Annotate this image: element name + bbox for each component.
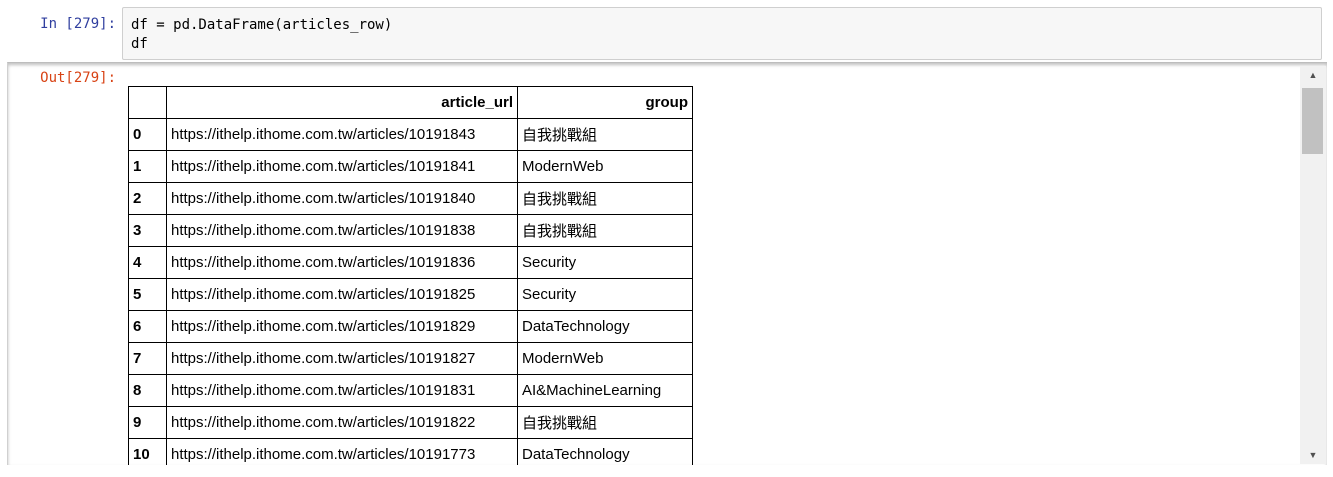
table-row: 3 https://ithelp.ithome.com.tw/articles/1… xyxy=(128,214,693,247)
cell-group: ModernWeb xyxy=(517,150,693,183)
cell-group: 自我挑戰組 xyxy=(517,182,693,215)
row-index: 5 xyxy=(128,278,167,311)
cell-article-url: https://ithelp.ithome.com.tw/articles/10… xyxy=(166,438,518,465)
column-header-group: group xyxy=(517,86,693,119)
cell-group: Security xyxy=(517,278,693,311)
scrollbar-thumb[interactable] xyxy=(1302,88,1323,154)
index-header xyxy=(128,86,167,119)
cell-group: DataTechnology xyxy=(517,438,693,465)
dataframe-table: article_url group 0 https://ithelp.ithome… xyxy=(128,86,693,465)
row-index: 10 xyxy=(128,438,167,465)
row-index: 7 xyxy=(128,342,167,375)
cell-group: ModernWeb xyxy=(517,342,693,375)
table-row: 5 https://ithelp.ithome.com.tw/articles/1… xyxy=(128,278,693,311)
column-header-article-url: article_url xyxy=(166,86,518,119)
cell-article-url: https://ithelp.ithome.com.tw/articles/10… xyxy=(166,310,518,343)
row-index: 1 xyxy=(128,150,167,183)
table-row: 1 https://ithelp.ithome.com.tw/articles/1… xyxy=(128,150,693,183)
table-row: 2 https://ithelp.ithome.com.tw/articles/1… xyxy=(128,182,693,215)
row-index: 3 xyxy=(128,214,167,247)
table-row: 7 https://ithelp.ithome.com.tw/articles/1… xyxy=(128,342,693,375)
cell-article-url: https://ithelp.ithome.com.tw/articles/10… xyxy=(166,182,518,215)
table-row: 10 https://ithelp.ithome.com.tw/articles/… xyxy=(128,438,693,465)
cell-article-url: https://ithelp.ithome.com.tw/articles/10… xyxy=(166,118,518,151)
cell-article-url: https://ithelp.ithome.com.tw/articles/10… xyxy=(166,342,518,375)
code-line: df xyxy=(131,36,148,52)
cell-group: Security xyxy=(517,246,693,279)
input-prompt: In [279]: xyxy=(40,16,116,32)
dataframe-output: article_url group 0 https://ithelp.ithome… xyxy=(128,86,693,465)
cell-group: AI&MachineLearning xyxy=(517,374,693,407)
cell-article-url: https://ithelp.ithome.com.tw/articles/10… xyxy=(166,150,518,183)
code-cell-editor[interactable]: df = pd.DataFrame(articles_row) df xyxy=(122,7,1322,60)
row-index: 0 xyxy=(128,118,167,151)
row-index: 6 xyxy=(128,310,167,343)
cell-group: 自我挑戰組 xyxy=(517,214,693,247)
cell-article-url: https://ithelp.ithome.com.tw/articles/10… xyxy=(166,214,518,247)
output-scrollbar[interactable]: ▲ ▼ xyxy=(1300,66,1326,464)
cell-article-url: https://ithelp.ithome.com.tw/articles/10… xyxy=(166,246,518,279)
output-prompt: Out[279]: xyxy=(40,70,116,86)
cell-article-url: https://ithelp.ithome.com.tw/articles/10… xyxy=(166,406,518,439)
cell-group: DataTechnology xyxy=(517,310,693,343)
code-line: df = pd.DataFrame(articles_row) xyxy=(131,17,393,33)
table-header-row: article_url group xyxy=(128,86,693,119)
triangle-down-icon[interactable]: ▼ xyxy=(1300,446,1326,464)
cell-group: 自我挑戰組 xyxy=(517,406,693,439)
row-index: 2 xyxy=(128,182,167,215)
table-row: 9 https://ithelp.ithome.com.tw/articles/1… xyxy=(128,406,693,439)
cell-article-url: https://ithelp.ithome.com.tw/articles/10… xyxy=(166,374,518,407)
notebook-viewport: In [279]: df = pd.DataFrame(articles_row… xyxy=(0,0,1333,465)
row-index: 9 xyxy=(128,406,167,439)
table-row: 4 https://ithelp.ithome.com.tw/articles/1… xyxy=(128,246,693,279)
triangle-up-icon[interactable]: ▲ xyxy=(1300,66,1326,84)
table-row: 8 https://ithelp.ithome.com.tw/articles/1… xyxy=(128,374,693,407)
table-row: 6 https://ithelp.ithome.com.tw/articles/1… xyxy=(128,310,693,343)
cell-group: 自我挑戰組 xyxy=(517,118,693,151)
table-row: 0 https://ithelp.ithome.com.tw/articles/1… xyxy=(128,118,693,151)
row-index: 4 xyxy=(128,246,167,279)
table-body: 0 https://ithelp.ithome.com.tw/articles/1… xyxy=(128,118,693,465)
cell-article-url: https://ithelp.ithome.com.tw/articles/10… xyxy=(166,278,518,311)
row-index: 8 xyxy=(128,374,167,407)
